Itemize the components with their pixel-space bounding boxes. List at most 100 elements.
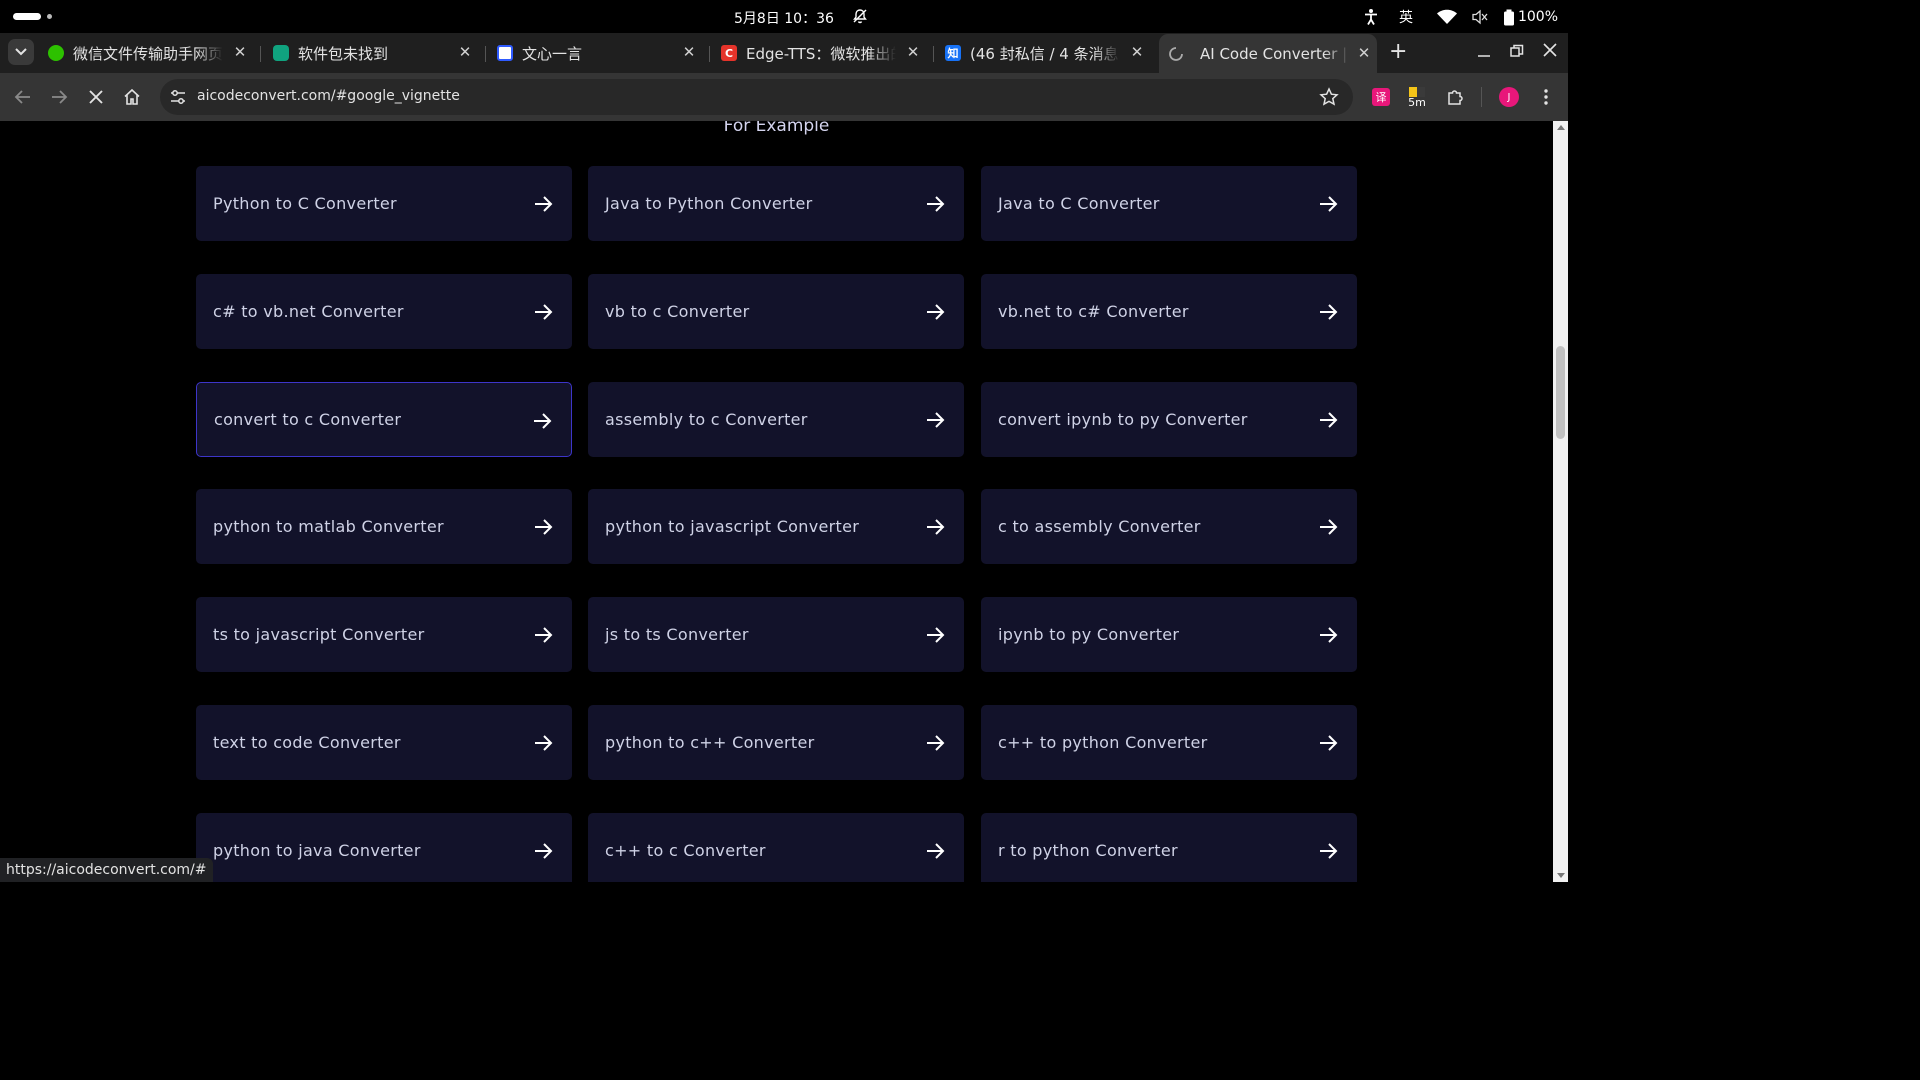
forward-button[interactable] [47,85,71,109]
tab-close-button[interactable]: ✕ [1357,46,1371,61]
tab-title: 文心一言 [522,44,583,63]
arrow-right-icon [1320,519,1338,535]
input-method-indicator[interactable]: 英 [1399,7,1413,27]
converter-card[interactable]: text to code Converter [196,705,572,780]
tab-ai-code-converter[interactable]: AI Code Converter | AI ✕ [1159,34,1377,73]
workspace-indicator[interactable] [47,14,52,19]
tab-zhihu-messages[interactable]: 知 (46 封私信 / 4 条消息) ✕ [945,38,1150,68]
tab-title: Edge-TTS：微软推出的 [746,44,896,63]
vertical-scrollbar[interactable] [1553,121,1568,882]
converter-card[interactable]: Java to C Converter [981,166,1357,241]
system-tray[interactable]: 英 100% [1363,6,1558,28]
browser-tab-strip: 微信文件传输助手网页 ✕ 软件包未找到 ✕ 文心一言 ✕ C Edge-TTS：… [0,33,1568,73]
arrow-right-icon [927,519,945,535]
scroll-down-arrow-icon[interactable] [1557,873,1565,878]
converter-card[interactable]: c++ to python Converter [981,705,1357,780]
converter-card-label: c to assembly Converter [998,517,1201,536]
tab-close-button[interactable]: ✕ [906,45,920,60]
wenxin-icon [497,45,513,61]
extensions-button[interactable] [1443,85,1467,109]
converter-card[interactable]: python to javascript Converter [588,489,964,564]
home-icon [124,88,140,105]
chevron-down-icon [15,48,27,56]
converter-card[interactable]: python to java Converter [196,813,572,882]
converter-card[interactable]: r to python Converter [981,813,1357,882]
converter-card[interactable]: c to assembly Converter [981,489,1357,564]
profile-button[interactable]: J [1497,85,1521,109]
converter-card[interactable]: convert to c Converter [196,382,572,457]
converter-card[interactable]: assembly to c Converter [588,382,964,457]
scroll-up-arrow-icon[interactable] [1557,125,1565,130]
tab-close-button[interactable]: ✕ [1130,45,1144,60]
timer-extension-icon [1409,86,1425,97]
converter-card[interactable]: python to matlab Converter [196,489,572,564]
converter-card-label: python to c++ Converter [605,733,815,752]
converter-card[interactable]: js to ts Converter [588,597,964,672]
stop-loading-button[interactable] [84,85,108,109]
wifi-icon[interactable] [1436,9,1457,25]
tab-separator [260,46,261,62]
toolbar-separator [1481,87,1482,107]
battery-percentage: 100% [1517,9,1558,25]
converter-card-label: Python to C Converter [213,194,397,213]
translate-extension-button[interactable]: 译 [1369,85,1393,109]
tab-separator [485,46,486,62]
converter-card[interactable]: Python to C Converter [196,166,572,241]
converter-card[interactable]: c# to vb.net Converter [196,274,572,349]
converter-card[interactable]: vb to c Converter [588,274,964,349]
scrollbar-thumb[interactable] [1556,346,1565,439]
converter-card-label: python to matlab Converter [213,517,444,536]
site-settings-icon[interactable] [169,88,187,106]
url-text[interactable]: aicodeconvert.com/#google_vignette [197,88,460,104]
os-clock[interactable]: 5月8日 10：36 [734,8,834,28]
arrow-right-icon [535,519,553,535]
battery-icon [1503,9,1514,25]
arrow-right-icon [927,412,945,428]
tab-wechat-file-transfer[interactable]: 微信文件传输助手网页 ✕ [48,38,253,68]
restore-icon[interactable] [1510,44,1524,58]
converter-card[interactable]: c++ to c Converter [588,813,964,882]
converter-card[interactable]: vb.net to c# Converter [981,274,1357,349]
arrow-right-icon [927,843,945,859]
address-bar[interactable]: aicodeconvert.com/#google_vignette [160,79,1353,115]
tab-wenxin-yiyan[interactable]: 文心一言 ✕ [497,38,702,68]
minimize-icon[interactable] [1477,44,1491,58]
arrow-right-icon [1320,196,1338,212]
close-icon[interactable] [1543,43,1557,57]
tab-close-button[interactable]: ✕ [458,45,472,60]
web-page-content: For Example Python to C Converter Java to… [0,121,1553,882]
arrow-right-icon [927,735,945,751]
notifications-muted-icon [853,9,867,24]
converter-card-label: text to code Converter [213,733,401,752]
converter-card[interactable]: ts to javascript Converter [196,597,572,672]
timer-extension-button[interactable]: 5m [1405,85,1429,109]
accessibility-icon[interactable] [1363,8,1379,26]
back-button[interactable] [11,85,35,109]
converter-card-label: vb to c Converter [605,302,750,321]
arrow-right-icon [1320,304,1338,320]
new-tab-button[interactable]: + [1389,41,1407,63]
bookmark-star-icon[interactable] [1319,87,1339,107]
converter-card[interactable]: Java to Python Converter [588,166,964,241]
link-status-bubble: https://aicodeconvert.com/# [0,858,213,882]
tab-search-button[interactable] [8,39,34,65]
tab-title: 软件包未找到 [298,44,389,63]
arrow-right-icon [927,196,945,212]
arrow-right-icon [927,304,945,320]
volume-muted-icon[interactable] [1471,9,1489,25]
converter-card[interactable]: convert ipynb to py Converter [981,382,1357,457]
browser-toolbar: aicodeconvert.com/#google_vignette 译 5m … [0,73,1568,121]
battery-indicator[interactable]: 100% [1503,9,1558,26]
browser-menu-button[interactable] [1534,85,1558,109]
tab-package-not-found[interactable]: 软件包未找到 ✕ [273,38,478,68]
converter-card[interactable]: ipynb to py Converter [981,597,1357,672]
os-top-bar: 5月8日 10：36 英 100% [0,0,1568,33]
tab-title: (46 封私信 / 4 条消息) [970,44,1120,63]
workspace-indicator-active[interactable] [13,13,41,20]
tab-close-button[interactable]: ✕ [682,45,696,60]
arrow-right-icon [535,196,553,212]
tab-close-button[interactable]: ✕ [233,45,247,60]
tab-edge-tts[interactable]: C Edge-TTS：微软推出的 ✕ [721,38,926,68]
home-button[interactable] [120,85,144,109]
converter-card[interactable]: python to c++ Converter [588,705,964,780]
